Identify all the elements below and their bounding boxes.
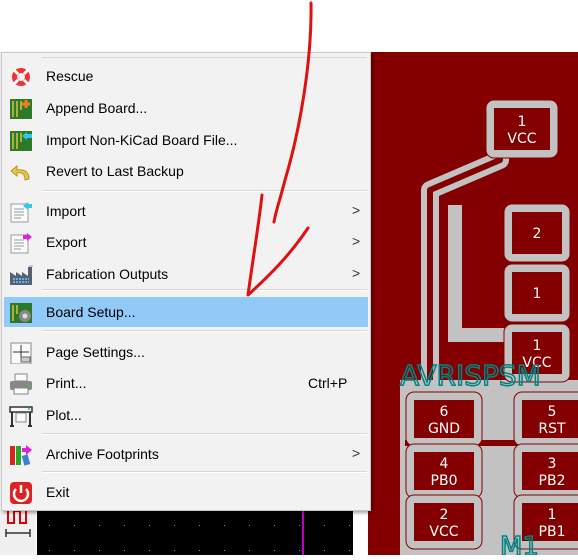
pcb-pad[interactable]: 5RST xyxy=(513,391,578,447)
export-icon xyxy=(10,233,32,254)
menu-item-import-non-kicad-board-file[interactable]: Import Non-KiCad Board File... xyxy=(4,125,368,155)
pad-net-name: PB0 xyxy=(431,473,458,489)
board-setup-icon xyxy=(10,303,32,323)
menu-item-page-settings[interactable]: Page Settings... xyxy=(4,337,368,367)
menu-item-exit[interactable]: Exit xyxy=(4,477,368,507)
menu-item-label: Append Board... xyxy=(46,100,148,116)
submenu-arrow-icon: > xyxy=(352,202,361,218)
submenu-arrow-icon: > xyxy=(352,445,361,461)
menu-item-revert-to-last-backup[interactable]: Revert to Last Backup xyxy=(4,156,368,186)
rescue-icon xyxy=(12,68,30,86)
menu-item-label: Exit xyxy=(46,484,70,500)
pcb-pad[interactable]: 1VCC xyxy=(485,99,559,159)
pcb-pad[interactable]: 1 xyxy=(503,263,571,323)
pad-number: 4 xyxy=(440,456,449,472)
menu-item-label: Revert to Last Backup xyxy=(46,163,184,179)
menu-item-print[interactable]: Print... Ctrl+P xyxy=(4,368,368,398)
menu-item-label: Import xyxy=(46,203,86,219)
pcb-pad[interactable]: 6GND xyxy=(405,391,483,447)
menu-separator xyxy=(42,433,367,435)
pad-net-name: RST xyxy=(538,421,566,437)
menu-separator xyxy=(42,289,367,291)
measure-icon[interactable] xyxy=(4,507,32,541)
pad-net-name: VCC xyxy=(429,524,458,540)
menu-item-label: Page Settings... xyxy=(46,344,145,360)
footprint-grid-canvas[interactable] xyxy=(37,510,353,555)
menu-item-rescue[interactable]: Rescue xyxy=(4,61,368,91)
import-board-icon xyxy=(10,131,32,151)
menu-item-label: Print... xyxy=(46,375,87,391)
menu-item-shortcut: Ctrl+P xyxy=(308,375,348,391)
menu-item-plot[interactable]: Plot... xyxy=(4,400,368,430)
submenu-arrow-icon: > xyxy=(352,233,361,249)
pcb-pad[interactable]: 2 xyxy=(503,203,571,263)
pad-number: 2 xyxy=(533,226,542,242)
pad-net-name: VCC xyxy=(507,131,536,147)
pcb-pad[interactable]: 3PB2 xyxy=(513,443,578,499)
pad-number: 1 xyxy=(533,338,542,354)
menu-separator xyxy=(42,330,367,332)
menu-item-label: Rescue xyxy=(46,68,94,84)
pad-number: 1 xyxy=(518,114,527,130)
printer-icon xyxy=(10,373,32,395)
pad-net-name: PB1 xyxy=(539,524,566,540)
menu-item-fabrication-outputs[interactable]: Fabrication Outputs > xyxy=(4,259,368,289)
silkscreen-text: AVRISPSM xyxy=(400,359,541,392)
pad-number: 5 xyxy=(548,404,557,420)
pad-number: 2 xyxy=(440,507,449,523)
menu-item-archive-footprints[interactable]: Archive Footprints > xyxy=(4,439,368,469)
pad-number: 3 xyxy=(548,456,557,472)
menu-item-label: Fabrication Outputs xyxy=(46,266,169,282)
menu-item-export[interactable]: Export > xyxy=(4,227,368,257)
menu-item-board-setup[interactable]: Board Setup... xyxy=(4,297,368,327)
menu-item-label: Board Setup... xyxy=(46,304,136,320)
pad-number: 6 xyxy=(440,404,449,420)
page-settings-icon xyxy=(10,342,32,364)
pad-net-name: GND xyxy=(428,421,460,437)
import-icon xyxy=(10,202,32,223)
cursor-line xyxy=(302,510,304,555)
menu-item-label: Export xyxy=(46,234,87,250)
menu-separator xyxy=(42,471,367,473)
pcb-pad[interactable]: 4PB0 xyxy=(405,443,483,499)
menu-separator xyxy=(42,190,367,192)
menu-item-label: Plot... xyxy=(46,407,82,423)
reference-text: M1 xyxy=(500,532,539,555)
pad-net-name: PB2 xyxy=(539,473,566,489)
menu-item-append-board[interactable]: Append Board... xyxy=(4,93,368,123)
menu-item-label: Import Non-KiCad Board File... xyxy=(46,132,238,148)
menu-item-label: Archive Footprints xyxy=(46,446,159,462)
archive-footprints-icon xyxy=(10,445,32,466)
pad-number: 1 xyxy=(533,286,542,302)
menu-item-import[interactable]: Import > xyxy=(4,196,368,226)
factory-icon xyxy=(10,265,33,285)
exit-icon xyxy=(10,482,32,504)
append-board-icon xyxy=(10,99,32,119)
revert-icon xyxy=(10,165,30,181)
pad-number: 1 xyxy=(548,507,557,523)
plotter-icon xyxy=(9,406,33,427)
pcb-pad[interactable]: 2VCC xyxy=(405,494,483,550)
menu-separator xyxy=(42,57,367,58)
file-menu: Rescue Append Board... Import Non-KiCad Bo… xyxy=(1,52,371,511)
submenu-arrow-icon: > xyxy=(352,265,361,281)
